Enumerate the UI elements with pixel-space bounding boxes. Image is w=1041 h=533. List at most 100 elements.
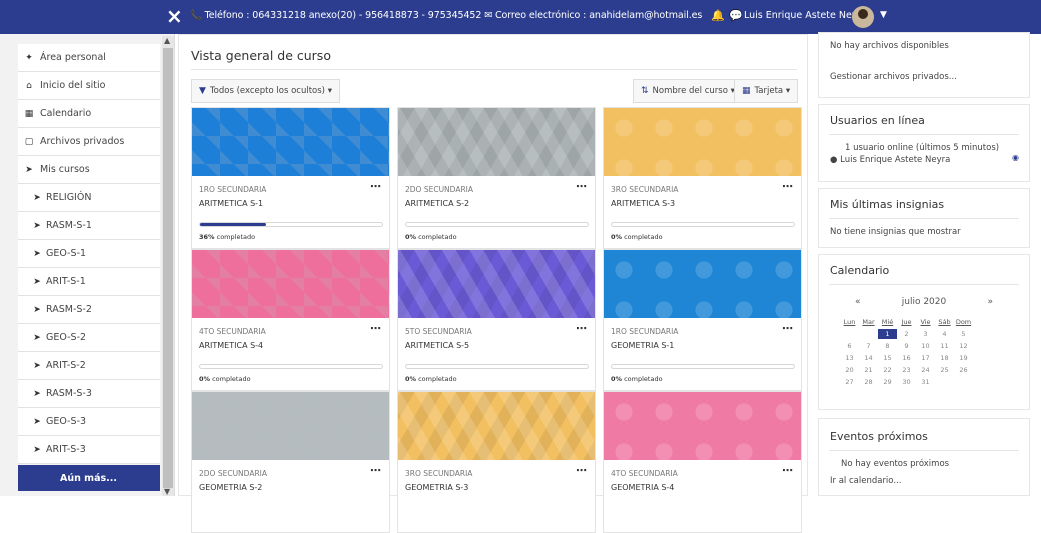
calendar-day[interactable]: 12 <box>954 341 973 351</box>
course-image[interactable] <box>192 392 389 460</box>
course-image[interactable] <box>398 392 595 460</box>
course-menu-icon[interactable]: ⋯ <box>576 464 587 477</box>
close-drawer-icon[interactable]: × <box>166 6 183 26</box>
drawer-scrollbar[interactable]: ▲ ▼ <box>162 36 174 496</box>
calendar-day[interactable]: 1 <box>878 329 897 339</box>
calendar-day[interactable]: 6 <box>840 341 859 351</box>
course-name[interactable]: GEOMETRIA S-1 <box>611 341 674 350</box>
online-user-name[interactable]: Luis Enrique Astete Neyra <box>840 155 950 165</box>
calendar-day[interactable]: 18 <box>935 353 954 363</box>
nav-item-rasm-s-1[interactable]: ➤ RASM-S-1 <box>18 212 160 240</box>
calendar-day[interactable]: 25 <box>935 365 954 375</box>
course-image[interactable] <box>192 250 389 318</box>
calendar-day[interactable]: 26 <box>954 365 973 375</box>
calendar-day[interactable]: 14 <box>859 353 878 363</box>
messages-chat-icon[interactable]: 💬 <box>729 9 743 22</box>
course-menu-icon[interactable]: ⋯ <box>370 464 381 477</box>
calendar-day[interactable]: 19 <box>954 353 973 363</box>
sort-dropdown[interactable]: ⇅ Nombre del curso ▾ <box>633 79 743 103</box>
scrollbar-thumb[interactable] <box>163 48 173 488</box>
calendar-day[interactable]: 20 <box>840 365 859 375</box>
course-name[interactable]: GEOMETRIA S-3 <box>405 483 468 492</box>
calendar-day[interactable]: 17 <box>916 353 935 363</box>
course-card[interactable]: 3RO SECUNDARIA ⋯ GEOMETRIA S-3 <box>397 391 596 533</box>
course-name[interactable]: GEOMETRIA S-2 <box>199 483 262 492</box>
course-card[interactable]: 1RO SECUNDARIA ⋯ ARITMETICA S-1 36% complet… <box>191 107 390 249</box>
nav-item-geo-s-1[interactable]: ➤ GEO-S-1 <box>18 240 160 268</box>
calendar-day[interactable]: 4 <box>935 329 954 339</box>
course-image[interactable] <box>604 108 801 176</box>
course-menu-icon[interactable]: ⋯ <box>370 322 381 335</box>
course-name[interactable]: ARITMETICA S-1 <box>199 199 263 208</box>
course-card[interactable]: 4TO SECUNDARIA ⋯ ARITMETICA S-4 0% completa… <box>191 249 390 391</box>
nav-item-archivos-privados[interactable]: ▢ Archivos privados <box>18 128 160 156</box>
calendar-day[interactable]: 31 <box>916 377 935 387</box>
nav-item-geo-s-3[interactable]: ➤ GEO-S-3 <box>18 408 160 436</box>
course-menu-icon[interactable]: ⋯ <box>576 180 587 193</box>
nav-item-arit-s-1[interactable]: ➤ ARIT-S-1 <box>18 268 160 296</box>
calendar-day[interactable]: 23 <box>897 365 916 375</box>
calendar-day[interactable]: 15 <box>878 353 897 363</box>
nav-item-rasm-s-2[interactable]: ➤ RASM-S-2 <box>18 296 160 324</box>
calendar-day[interactable]: 10 <box>916 341 935 351</box>
user-menu-caret-icon[interactable]: ▼ <box>880 10 887 20</box>
course-card[interactable]: 2DO SECUNDARIA ⋯ ARITMETICA S-2 0% completa… <box>397 107 596 249</box>
course-card[interactable]: 2DO SECUNDARIA ⋯ GEOMETRIA S-2 <box>191 391 390 533</box>
filter-dropdown[interactable]: ▼ Todos (excepto los ocultos) ▾ <box>191 79 340 103</box>
next-month-link[interactable]: » <box>987 297 993 307</box>
user-name[interactable]: Luis Enrique Astete Neyra <box>744 10 867 21</box>
view-dropdown[interactable]: ▦ Tarjeta ▾ <box>734 79 799 103</box>
calendar-day[interactable]: 29 <box>878 377 897 387</box>
online-user-link[interactable]: ● Luis Enrique Astete Neyra <box>819 153 1029 165</box>
course-card[interactable]: 5TO SECUNDARIA ⋯ ARITMETICA S-5 0% completa… <box>397 249 596 391</box>
nav-item-arit-s-3[interactable]: ➤ ARIT-S-3 <box>18 436 160 464</box>
course-menu-icon[interactable]: ⋯ <box>782 322 793 335</box>
course-image[interactable] <box>604 250 801 318</box>
go-to-calendar-link[interactable]: Ir al calendario... <box>819 469 1029 486</box>
calendar-day[interactable]: 5 <box>954 329 973 339</box>
calendar-day[interactable]: 16 <box>897 353 916 363</box>
course-name[interactable]: GEOMETRIA S-4 <box>611 483 674 492</box>
course-name[interactable]: ARITMETICA S-4 <box>199 341 263 350</box>
nav-item-inicio-del-sitio[interactable]: ⌂ Inicio del sitio <box>18 72 160 100</box>
calendar-day[interactable]: 21 <box>859 365 878 375</box>
calendar-day[interactable]: 27 <box>840 377 859 387</box>
course-image[interactable] <box>398 108 595 176</box>
course-card[interactable]: 4TO SECUNDARIA ⋯ GEOMETRIA S-4 <box>603 391 802 533</box>
calendar-day[interactable]: 24 <box>916 365 935 375</box>
course-name[interactable]: ARITMETICA S-5 <box>405 341 469 350</box>
course-menu-icon[interactable]: ⋯ <box>576 322 587 335</box>
nav-item--rea-personal[interactable]: ✦ Área personal <box>18 44 160 72</box>
scroll-down-icon[interactable]: ▼ <box>164 487 170 496</box>
calendar-day[interactable]: 28 <box>859 377 878 387</box>
nav-item-arit-s-2[interactable]: ➤ ARIT-S-2 <box>18 352 160 380</box>
nav-item-rasm-s-3[interactable]: ➤ RASM-S-3 <box>18 380 160 408</box>
calendar-day[interactable]: 3 <box>916 329 935 339</box>
calendar-day[interactable]: 2 <box>897 329 916 339</box>
course-image[interactable] <box>604 392 801 460</box>
scroll-up-icon[interactable]: ▲ <box>164 36 170 45</box>
manage-files-link[interactable]: Gestionar archivos privados... <box>819 51 1029 82</box>
eye-icon[interactable]: ◉ <box>1012 153 1019 162</box>
nav-item-religi-n[interactable]: ➤ RELIGIÓN <box>18 184 160 212</box>
course-name[interactable]: ARITMETICA S-3 <box>611 199 675 208</box>
course-name[interactable]: ARITMETICA S-2 <box>405 199 469 208</box>
course-image[interactable] <box>398 250 595 318</box>
calendar-day[interactable]: 9 <box>897 341 916 351</box>
calendar-day[interactable]: 22 <box>878 365 897 375</box>
calendar-day[interactable]: 7 <box>859 341 878 351</box>
course-card[interactable]: 3RO SECUNDARIA ⋯ ARITMETICA S-3 0% completa… <box>603 107 802 249</box>
course-image[interactable] <box>192 108 389 176</box>
calendar-day[interactable]: 8 <box>878 341 897 351</box>
course-card[interactable]: 1RO SECUNDARIA ⋯ GEOMETRIA S-1 0% completad… <box>603 249 802 391</box>
course-menu-icon[interactable]: ⋯ <box>370 180 381 193</box>
calendar-day[interactable]: 30 <box>897 377 916 387</box>
nav-more-button[interactable]: Aún más... <box>18 465 160 491</box>
nav-item-calendario[interactable]: ▦ Calendario <box>18 100 160 128</box>
prev-month-link[interactable]: « <box>855 297 861 307</box>
course-menu-icon[interactable]: ⋯ <box>782 180 793 193</box>
calendar-day[interactable]: 11 <box>935 341 954 351</box>
user-avatar[interactable] <box>852 6 874 28</box>
course-menu-icon[interactable]: ⋯ <box>782 464 793 477</box>
notifications-bell-icon[interactable]: 🔔 <box>711 9 725 22</box>
